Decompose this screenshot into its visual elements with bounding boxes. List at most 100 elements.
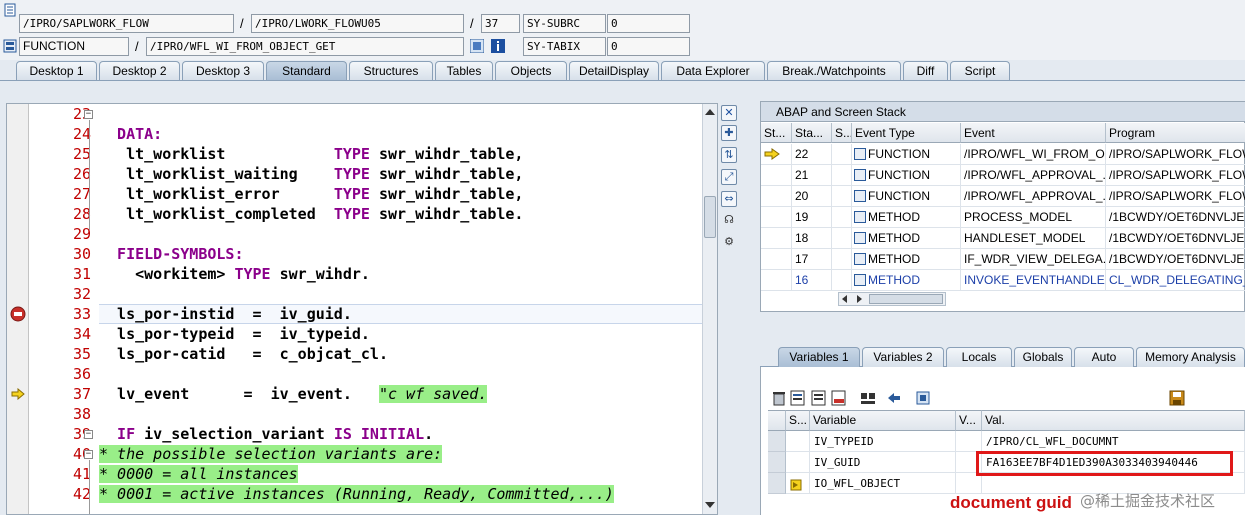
stack-level-cell[interactable]: 16 xyxy=(792,270,832,291)
code-line[interactable]: lt_worklist_waiting TYPE swr_wihdr_table… xyxy=(99,164,704,184)
variable-name-cell[interactable]: IV_TYPEID xyxy=(810,431,956,452)
column-header[interactable]: Program xyxy=(1106,123,1245,143)
code-line[interactable]: * 0000 = all instances xyxy=(99,464,704,484)
stack-kind-cell[interactable] xyxy=(832,207,852,228)
tab-desktop-2[interactable]: Desktop 2 xyxy=(99,61,180,80)
program-field[interactable]: /IPRO/SAPLWORK_FLOW xyxy=(19,14,234,33)
column-header[interactable]: Sta... xyxy=(792,123,832,143)
variable-name-cell[interactable]: IV_GUID xyxy=(810,452,956,473)
tab-structures[interactable]: Structures xyxy=(349,61,433,80)
stack-marker-cell[interactable] xyxy=(761,207,792,228)
variable-name-cell[interactable]: IO_WFL_OBJECT xyxy=(810,473,956,494)
stack-level-cell[interactable]: 19 xyxy=(792,207,832,228)
code-line[interactable] xyxy=(99,404,704,424)
stack-kind-cell[interactable] xyxy=(832,186,852,207)
stack-program-cell[interactable]: /1BCWDY/OET6DNVLJE... xyxy=(1106,228,1245,249)
column-header[interactable]: Variable xyxy=(810,410,956,431)
stack-program-cell[interactable]: /IPRO/SAPLWORK_FLOW xyxy=(1106,186,1245,207)
stack-program-cell[interactable]: /IPRO/SAPLWORK_FLOW xyxy=(1106,165,1245,186)
delete-icon[interactable] xyxy=(771,390,787,406)
sysvar2-name-field[interactable]: SY-TABIX xyxy=(523,37,606,56)
stack-event-cell[interactable]: PROCESS_MODEL xyxy=(961,207,1106,228)
stack-marker-cell[interactable] xyxy=(761,228,792,249)
swap-icon[interactable]: ⇅ xyxy=(721,147,737,163)
stack-level-cell[interactable]: 21 xyxy=(792,165,832,186)
breakpoint-icon[interactable] xyxy=(10,306,26,322)
code-line[interactable]: FIELD-SYMBOLS: xyxy=(99,244,704,264)
tab-desktop-1[interactable]: Desktop 1 xyxy=(16,61,97,80)
save-icon[interactable] xyxy=(1169,390,1185,406)
code-line[interactable] xyxy=(99,104,704,124)
event-field[interactable]: /IPRO/WFL_WI_FROM_OBJECT_GET xyxy=(146,37,464,56)
tab-auto[interactable]: Auto xyxy=(1074,347,1134,367)
maximize-icon[interactable]: ⤢ xyxy=(721,169,737,185)
code-line[interactable]: lv_event = iv_event. "c wf saved. xyxy=(99,384,704,404)
code-line[interactable]: IF iv_selection_variant IS INITIAL. xyxy=(99,424,704,444)
collapse-icon[interactable]: − xyxy=(84,430,93,439)
tab-standard[interactable]: Standard xyxy=(266,61,347,80)
stack-event-type-cell[interactable]: FUNCTION xyxy=(852,165,961,186)
tab-detaildisplay[interactable]: DetailDisplay xyxy=(569,61,659,80)
stack-event-type-cell[interactable]: METHOD xyxy=(852,207,961,228)
source-code-editor[interactable]: 23 24 25 26 27 28 29 30 31 32 33 34 35 36 37 38 39 40 41 42… xyxy=(6,103,718,515)
stack-marker-cell[interactable] xyxy=(761,270,792,291)
code-area[interactable]: DATA: lt_worklist TYPE swr_wihdr_table, … xyxy=(99,104,704,514)
tab-variables-1[interactable]: Variables 1 xyxy=(778,347,860,367)
info-icon[interactable] xyxy=(491,39,505,53)
column-header[interactable]: Event xyxy=(961,123,1106,143)
collapse-icon[interactable]: − xyxy=(84,110,93,119)
stack-program-cell[interactable]: /1BCWDY/OET6DNVLJE... xyxy=(1106,207,1245,228)
insert-row-icon[interactable] xyxy=(790,390,806,406)
stack-hscrollbar[interactable] xyxy=(838,292,946,306)
stack-level-cell[interactable]: 20 xyxy=(792,186,832,207)
stack-event-cell[interactable]: /IPRO/WFL_APPROVAL_... xyxy=(961,165,1106,186)
copy-row-icon[interactable] xyxy=(811,390,827,406)
stack-kind-cell[interactable] xyxy=(832,270,852,291)
tab-variables-2[interactable]: Variables 2 xyxy=(862,347,944,367)
stack-marker-cell[interactable] xyxy=(761,186,792,207)
tab-diff[interactable]: Diff xyxy=(903,61,948,80)
column-header[interactable]: Val. xyxy=(982,410,1245,431)
code-line[interactable]: * the possible selection variants are: xyxy=(99,444,704,464)
tab-breakpoints[interactable]: Break./Watchpoints xyxy=(767,61,901,80)
stack-event-type-cell[interactable]: METHOD xyxy=(852,228,961,249)
column-header[interactable] xyxy=(768,410,786,431)
row-selector[interactable] xyxy=(768,452,786,473)
stack-program-cell[interactable]: CL_WDR_DELEGATING_... xyxy=(1106,270,1245,291)
tab-globals[interactable]: Globals xyxy=(1014,347,1072,367)
stack-kind-cell[interactable] xyxy=(832,228,852,249)
collapse-icon[interactable]: − xyxy=(84,450,93,459)
stack-marker-cell[interactable] xyxy=(761,249,792,270)
tab-locals[interactable]: Locals xyxy=(946,347,1012,367)
new-tool-icon[interactable]: ✚ xyxy=(721,125,737,141)
stack-level-cell[interactable]: 18 xyxy=(792,228,832,249)
code-line[interactable]: ls_por-typeid = iv_typeid. xyxy=(99,324,704,344)
tab-script[interactable]: Script xyxy=(950,61,1010,80)
delete-row-icon[interactable] xyxy=(831,390,847,406)
column-header[interactable]: S... xyxy=(832,123,852,143)
editor-gutter[interactable] xyxy=(7,104,29,514)
expand-icon[interactable] xyxy=(860,390,876,406)
scroll-thumb[interactable] xyxy=(869,294,943,304)
code-line[interactable]: <workitem> TYPE swr_wihdr. xyxy=(99,264,704,284)
code-line[interactable] xyxy=(99,224,704,244)
event-type-field[interactable]: FUNCTION xyxy=(19,37,129,56)
stack-event-type-cell[interactable]: FUNCTION xyxy=(852,144,961,165)
sysvar2-value-field[interactable]: 0 xyxy=(607,37,690,56)
filter-icon[interactable] xyxy=(915,390,931,406)
include-field[interactable]: /IPRO/LWORK_FLOWU05 xyxy=(251,14,464,33)
sysvar-value-field[interactable]: 0 xyxy=(607,14,690,33)
stack-program-cell[interactable]: /1BCWDY/OET6DNVLJE... xyxy=(1106,249,1245,270)
settings-icon[interactable]: ⚙ xyxy=(721,235,737,251)
code-line[interactable]: lt_worklist_completed TYPE swr_wihdr_tab… xyxy=(99,204,704,224)
code-line[interactable]: lt_worklist_error TYPE swr_wihdr_table, xyxy=(99,184,704,204)
code-line[interactable] xyxy=(99,284,704,304)
stack-event-type-cell[interactable]: METHOD xyxy=(852,270,961,291)
column-header[interactable]: St... xyxy=(761,123,792,143)
stack-kind-cell[interactable] xyxy=(832,165,852,186)
row-selector[interactable] xyxy=(768,431,786,452)
column-header[interactable]: S... xyxy=(786,410,810,431)
stack-event-cell[interactable]: /IPRO/WFL_WI_FROM_O... xyxy=(961,144,1106,165)
sysvar-name-field[interactable]: SY-SUBRC xyxy=(523,14,606,33)
code-line[interactable]: ls_por-catid = c_objcat_cl. xyxy=(99,344,704,364)
